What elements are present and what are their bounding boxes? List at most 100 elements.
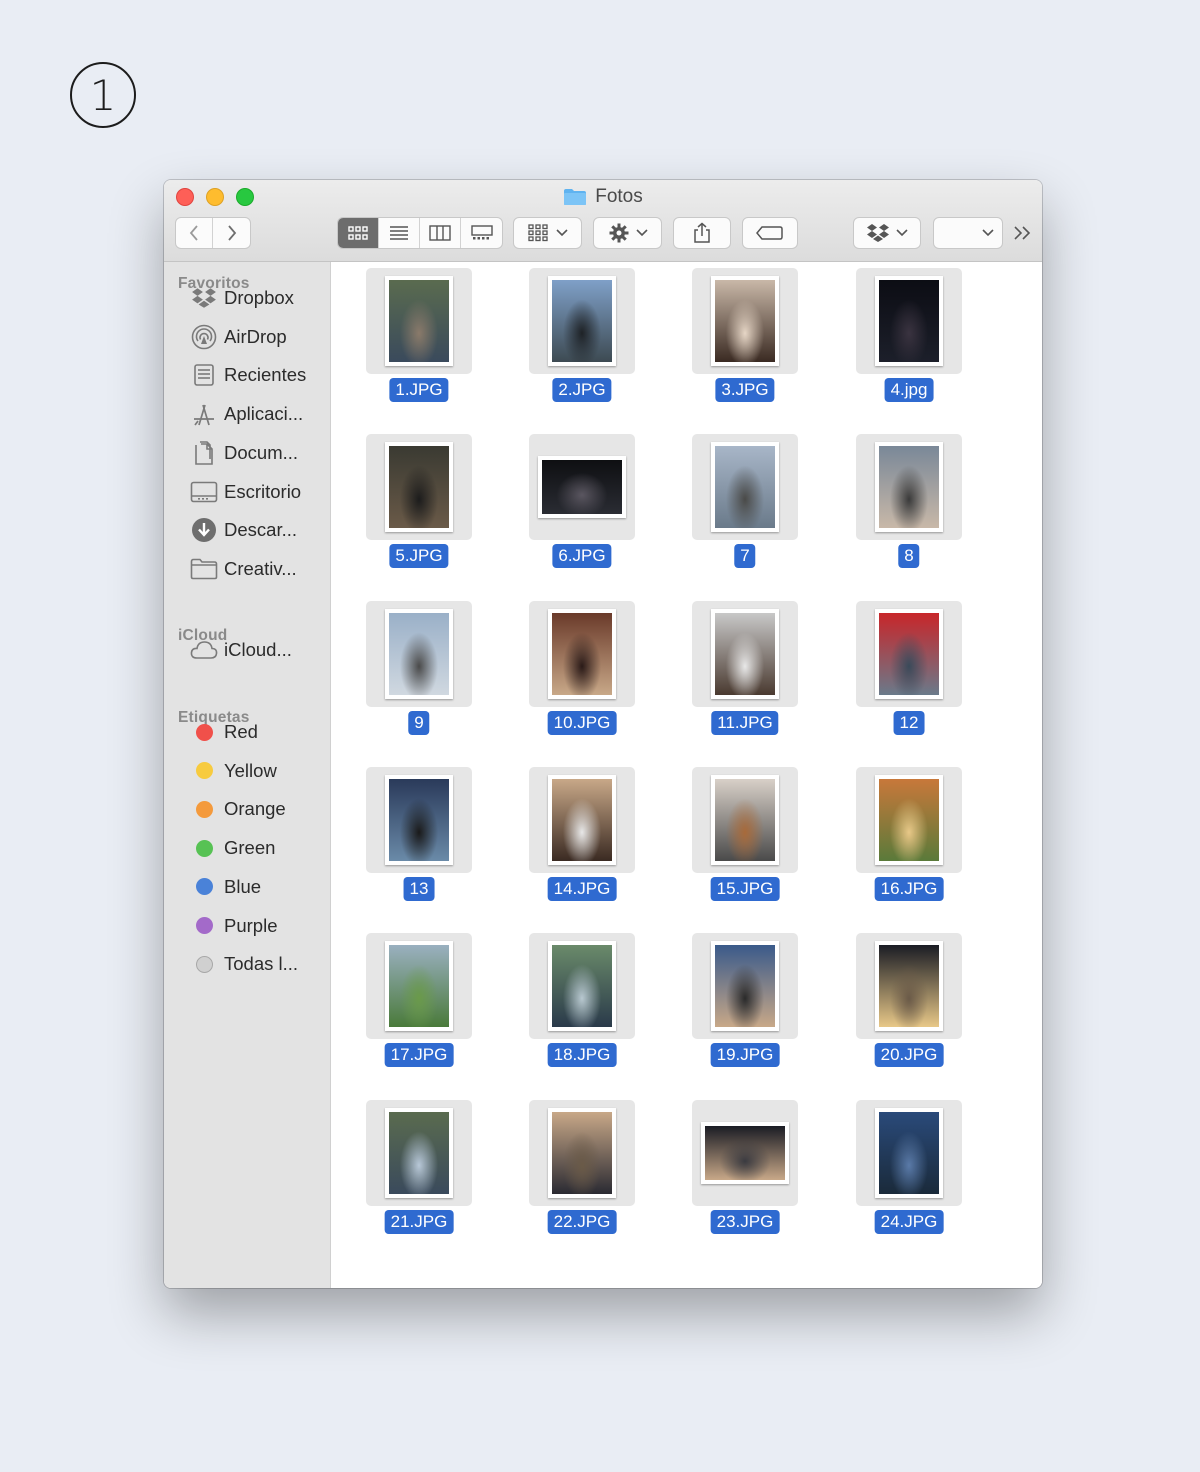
file-icon-tile[interactable] — [692, 933, 798, 1040]
file-icon-tile[interactable] — [366, 600, 472, 707]
dropbox-menu-button[interactable] — [853, 217, 921, 249]
file-name-label[interactable]: 21.JPG — [384, 1209, 454, 1234]
sidebar-tag-red[interactable]: Red — [190, 717, 258, 747]
file-icon-tile[interactable] — [366, 933, 472, 1040]
file-icon-tile[interactable] — [856, 766, 962, 873]
file-name-label[interactable]: 5.JPG — [389, 544, 449, 569]
forward-button[interactable] — [213, 218, 250, 248]
share-button[interactable] — [673, 217, 731, 249]
file-icon-tile[interactable] — [692, 766, 798, 873]
grid-icon — [348, 226, 368, 240]
file-icon-tile[interactable] — [366, 268, 472, 374]
photo-image — [879, 280, 939, 362]
sidebar-item-aplicaci[interactable]: Aplicaci... — [190, 399, 303, 429]
file-icon-tile[interactable] — [366, 1099, 472, 1206]
file-name-label[interactable]: 2.JPG — [552, 378, 612, 402]
group-by-button[interactable] — [513, 217, 582, 249]
file-name-label[interactable]: 8 — [898, 544, 920, 569]
file-name-label[interactable]: 12 — [893, 710, 925, 735]
window-title-area: Fotos — [164, 186, 1042, 208]
desktop-icon — [190, 478, 218, 506]
sidebar-item-label: Green — [224, 837, 276, 859]
sidebar-item-icloud-drive[interactable]: iCloud... — [190, 635, 292, 665]
file-name-label[interactable]: 1.JPG — [389, 378, 449, 402]
list-view-button[interactable] — [379, 218, 420, 248]
file-icon-tile[interactable] — [856, 933, 962, 1040]
file-name-label[interactable]: 20.JPG — [874, 1043, 944, 1068]
sidebar-tag-orange[interactable]: Orange — [190, 794, 286, 824]
icon-view-button[interactable] — [338, 218, 379, 248]
downloads-icon — [190, 516, 218, 544]
sidebar-tag-green[interactable]: Green — [190, 833, 275, 863]
sidebar-item-airdrop[interactable]: AirDrop — [190, 322, 287, 352]
file-name-label[interactable]: 24.JPG — [874, 1209, 944, 1234]
sidebar-tag-purple[interactable]: Purple — [190, 911, 277, 941]
photo-image — [389, 945, 449, 1028]
sidebar-tag-blue[interactable]: Blue — [190, 872, 261, 902]
sidebar-item-label: Orange — [224, 798, 286, 820]
file-icon-tile[interactable] — [529, 1099, 635, 1206]
file-name-label[interactable]: 17.JPG — [384, 1043, 454, 1068]
chevron-down-icon — [555, 229, 568, 237]
file-name-label[interactable]: 10.JPG — [547, 710, 617, 735]
sidebar-item-label: Blue — [224, 875, 262, 897]
photo-thumbnail — [548, 941, 616, 1032]
file-icon-tile[interactable] — [529, 268, 635, 374]
file-icon-tile[interactable] — [529, 766, 635, 873]
file-icon-tile[interactable] — [856, 600, 962, 707]
file-name-label[interactable]: 14.JPG — [547, 876, 617, 901]
column-view-button[interactable] — [420, 218, 461, 248]
file-icon-tile[interactable] — [856, 268, 962, 374]
photo-image — [715, 945, 775, 1028]
sidebar-item-docum[interactable]: Docum... — [190, 438, 298, 468]
file-name-label[interactable]: 3.JPG — [715, 378, 775, 402]
sidebar-item-recientes[interactable]: Recientes — [190, 360, 306, 390]
sidebar-item-dropbox[interactable]: Dropbox — [190, 283, 294, 313]
sidebar-tag-yellow[interactable]: Yellow — [190, 756, 277, 786]
file-icon-tile[interactable] — [529, 434, 635, 541]
file-name-label[interactable]: 9 — [408, 710, 430, 735]
file-icon-tile[interactable] — [366, 766, 472, 873]
sidebar-item-creativ[interactable]: Creativ... — [190, 554, 297, 584]
sidebar-tag-todasl[interactable]: Todas l... — [190, 949, 298, 979]
photo-image — [552, 1111, 612, 1194]
file-icon-tile[interactable] — [529, 933, 635, 1040]
file-icon-tile[interactable] — [692, 434, 798, 541]
photo-thumbnail — [711, 941, 779, 1032]
file-name-label[interactable]: 18.JPG — [547, 1043, 617, 1068]
tag-button[interactable] — [742, 217, 798, 249]
action-menu-button[interactable] — [593, 217, 662, 249]
photo-image — [389, 778, 449, 861]
gallery-view-button[interactable] — [461, 218, 502, 248]
sidebar-item-escritorio[interactable]: Escritorio — [190, 477, 301, 507]
photo-thumbnail — [711, 276, 779, 366]
photo-image — [715, 778, 775, 861]
file-name-label[interactable]: 7 — [734, 544, 756, 569]
extra-menu-button[interactable] — [933, 217, 1003, 249]
photo-thumbnail — [875, 608, 943, 699]
file-icon-tile[interactable] — [692, 268, 798, 374]
file-icon-tile[interactable] — [529, 600, 635, 707]
file-name-label[interactable]: 4.jpg — [884, 378, 934, 402]
file-name-label[interactable]: 6.JPG — [552, 544, 612, 569]
photo-thumbnail — [875, 276, 943, 366]
file-name-label[interactable]: 16.JPG — [874, 876, 944, 901]
file-name-label[interactable]: 15.JPG — [710, 876, 780, 901]
file-icon-tile[interactable] — [366, 434, 472, 541]
applications-icon — [190, 400, 218, 428]
file-icon-tile[interactable] — [856, 434, 962, 541]
photo-image — [389, 1111, 449, 1194]
file-grid: 1.JPG 2.JPG 3.JPG 4.jpg 5.JPG 6.JPG 7 8 9 10.JPG 1… — [331, 262, 1042, 1288]
file-icon-tile[interactable] — [856, 1099, 962, 1206]
sidebar-item-label: iCloud... — [224, 639, 292, 660]
toolbar-overflow-button[interactable] — [1012, 223, 1034, 243]
file-name-label[interactable]: 11.JPG — [711, 710, 779, 735]
file-name-label[interactable]: 19.JPG — [710, 1043, 780, 1068]
file-name-label[interactable]: 13 — [403, 876, 435, 901]
file-icon-tile[interactable] — [692, 600, 798, 707]
sidebar-item-descar[interactable]: Descar... — [190, 515, 297, 545]
file-icon-tile[interactable] — [692, 1099, 798, 1206]
back-button[interactable] — [176, 218, 213, 248]
file-name-label[interactable]: 23.JPG — [710, 1209, 780, 1234]
file-name-label[interactable]: 22.JPG — [547, 1209, 617, 1234]
